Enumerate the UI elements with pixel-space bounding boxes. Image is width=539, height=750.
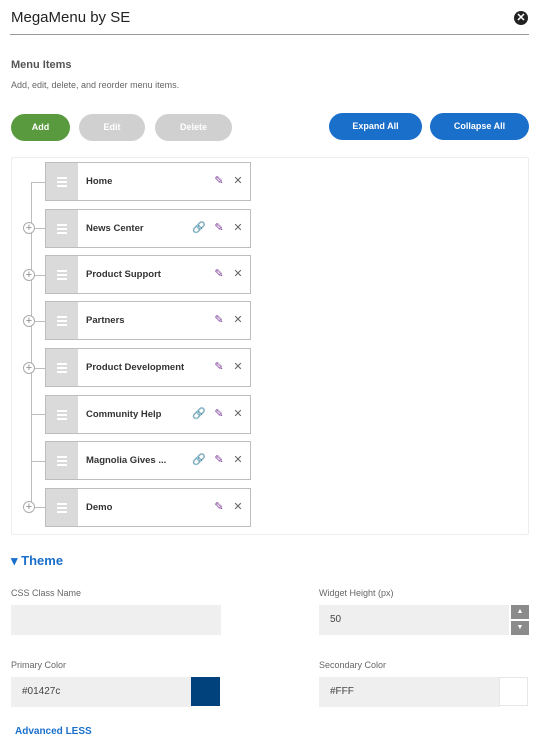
drag-handle-icon[interactable] — [46, 442, 78, 479]
close-icon[interactable]: ✕ — [231, 313, 245, 327]
widget-height-label: Widget Height (px) — [319, 588, 394, 598]
pencil-icon[interactable]: ✎ — [212, 360, 226, 374]
delete-button[interactable]: Delete — [155, 114, 232, 141]
close-icon[interactable]: ✕ — [231, 174, 245, 188]
theme-section-toggle[interactable]: ▾ Theme — [11, 553, 63, 569]
pencil-icon[interactable]: ✎ — [212, 407, 226, 421]
primary-color-label: Primary Color — [11, 660, 67, 670]
menu-item-partners[interactable]: Partners ✎ ✕ — [45, 301, 251, 340]
css-class-label: CSS Class Name — [11, 588, 82, 598]
drag-handle-icon[interactable] — [46, 349, 78, 386]
pencil-icon[interactable]: ✎ — [212, 174, 226, 188]
menu-item-label: Community Help — [86, 409, 162, 420]
menu-item-news-center[interactable]: News Center 🔗 ✎ ✕ — [45, 209, 251, 248]
close-icon[interactable]: ✕ — [231, 453, 245, 467]
widget-height-input[interactable]: 50 — [319, 605, 509, 635]
menu-item-demo[interactable]: Demo ✎ ✕ — [45, 488, 251, 527]
expand-plus-icon[interactable]: + — [23, 501, 35, 513]
menu-items-description: Add, edit, delete, and reorder menu item… — [11, 80, 180, 90]
pencil-icon[interactable]: ✎ — [212, 221, 226, 235]
secondary-color-input[interactable]: #FFF — [319, 677, 500, 707]
drag-handle-icon[interactable] — [46, 256, 78, 293]
close-icon[interactable]: ✕ — [231, 267, 245, 281]
secondary-color-swatch[interactable] — [499, 677, 528, 706]
menu-items-heading: Menu Items — [11, 59, 72, 71]
menu-item-home[interactable]: Home ✎ ✕ — [45, 162, 251, 201]
drag-handle-icon[interactable] — [46, 302, 78, 339]
secondary-color-label: Secondary Color — [319, 660, 387, 670]
pencil-icon[interactable]: ✎ — [212, 313, 226, 327]
primary-color-input[interactable]: #01427c — [11, 677, 192, 707]
collapse-all-button[interactable]: Collapse All — [430, 113, 529, 140]
menu-item-label: News Center — [86, 223, 144, 234]
link-icon[interactable]: 🔗 — [192, 407, 206, 421]
menu-item-label: Demo — [86, 502, 113, 513]
menu-item-label: Partners — [86, 315, 125, 326]
expand-plus-icon[interactable]: + — [23, 269, 35, 281]
menu-item-label: Product Development — [86, 362, 185, 373]
advanced-less-link[interactable]: Advanced LESS — [15, 726, 92, 737]
menu-item-label: Magnolia Gives ... — [86, 455, 167, 466]
close-icon[interactable]: ✕ — [231, 500, 245, 514]
dialog-title: MegaMenu by SE — [11, 9, 131, 26]
pencil-icon[interactable]: ✎ — [212, 453, 226, 467]
tree-branch-line — [31, 182, 45, 183]
drag-handle-icon[interactable] — [46, 489, 78, 526]
tree-branch-line — [31, 414, 45, 415]
drag-handle-icon[interactable] — [46, 210, 78, 247]
tree-branch-line — [31, 461, 45, 462]
menu-item-label: Product Support — [86, 269, 161, 280]
primary-color-swatch[interactable] — [191, 677, 220, 706]
close-icon[interactable]: ✕ — [231, 360, 245, 374]
add-button[interactable]: Add — [11, 114, 70, 141]
menu-item-product-development[interactable]: Product Development ✎ ✕ — [45, 348, 251, 387]
edit-button[interactable]: Edit — [79, 114, 145, 141]
expand-all-button[interactable]: Expand All — [329, 113, 422, 140]
menu-item-label: Home — [86, 176, 113, 187]
caret-down-icon: ▾ — [11, 553, 18, 568]
link-icon[interactable]: 🔗 — [192, 453, 206, 467]
dialog-header: MegaMenu by SE ✕ — [10, 0, 529, 35]
pencil-icon[interactable]: ✎ — [212, 500, 226, 514]
theme-heading: Theme — [21, 553, 64, 568]
drag-handle-icon[interactable] — [46, 396, 78, 433]
menu-item-magnolia-gives[interactable]: Magnolia Gives ... 🔗 ✎ ✕ — [45, 441, 251, 480]
expand-plus-icon[interactable]: + — [23, 362, 35, 374]
link-icon[interactable]: 🔗 — [192, 221, 206, 235]
expand-plus-icon[interactable]: + — [23, 315, 35, 327]
close-icon[interactable]: ✕ — [514, 11, 528, 25]
increment-icon[interactable]: ▲ — [511, 605, 529, 619]
expand-plus-icon[interactable]: + — [23, 222, 35, 234]
menu-item-community-help[interactable]: Community Help 🔗 ✎ ✕ — [45, 395, 251, 434]
close-icon[interactable]: ✕ — [231, 407, 245, 421]
pencil-icon[interactable]: ✎ — [212, 267, 226, 281]
css-class-input[interactable] — [11, 605, 221, 635]
decrement-icon[interactable]: ▼ — [511, 621, 529, 635]
menu-item-product-support[interactable]: Product Support ✎ ✕ — [45, 255, 251, 294]
drag-handle-icon[interactable] — [46, 163, 78, 200]
close-icon[interactable]: ✕ — [231, 221, 245, 235]
